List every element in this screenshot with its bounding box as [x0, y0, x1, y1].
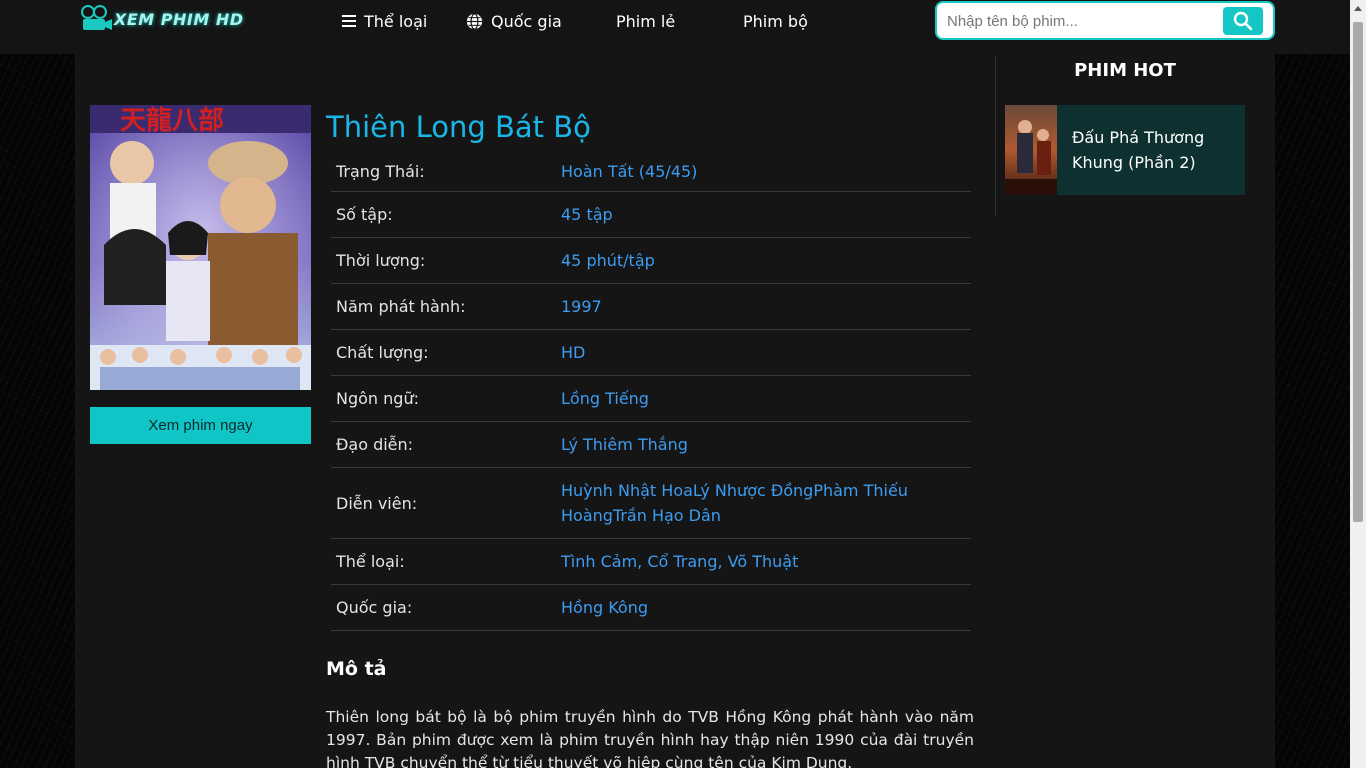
- nav-series[interactable]: Phim bộ: [743, 10, 808, 32]
- nav-country-label: Quốc gia: [491, 11, 562, 31]
- info-value[interactable]: Lý Thiêm Thắng: [561, 432, 971, 457]
- logo-text: XEM PHIM HD: [114, 10, 244, 29]
- poster-image: 天龍八部: [90, 105, 311, 390]
- info-label: Năm phát hành:: [336, 297, 466, 316]
- movie-title: Thiên Long Bát Bộ: [326, 110, 591, 144]
- info-row-country: Quốc gia: Hồng Kông: [331, 585, 971, 631]
- info-value[interactable]: Huỳnh Nhật HoaLý Nhược ĐồngPhàm Thiếu Ho…: [561, 478, 971, 528]
- info-row-episodes: Số tập: 45 tập: [331, 192, 971, 238]
- info-row-duration: Thời lượng: 45 phút/tập: [331, 238, 971, 284]
- info-value[interactable]: 1997: [561, 294, 971, 319]
- info-label: Số tập:: [336, 205, 393, 224]
- info-value[interactable]: Hoàn Tất (45/45): [561, 159, 971, 184]
- info-value[interactable]: Hồng Kông: [561, 595, 971, 620]
- page-scrollbar[interactable]: [1350, 0, 1366, 768]
- film-camera-icon: [81, 5, 112, 30]
- info-value[interactable]: HD: [561, 340, 971, 365]
- hot-movies-heading: PHIM HOT: [1074, 60, 1176, 81]
- info-value[interactable]: 45 tập: [561, 202, 971, 227]
- nav-country[interactable]: Quốc gia: [466, 10, 562, 32]
- movie-info-table: Trạng Thái: Hoàn Tất (45/45) Số tập: 45 …: [331, 152, 971, 631]
- info-label: Thể loại:: [336, 552, 405, 571]
- description-heading: Mô tả: [326, 658, 387, 680]
- info-label: Chất lượng:: [336, 343, 429, 362]
- watch-now-button[interactable]: Xem phim ngay: [90, 407, 311, 444]
- info-row-quality: Chất lượng: HD: [331, 330, 971, 376]
- nav-genre[interactable]: Thể loại: [342, 10, 427, 32]
- info-row-language: Ngôn ngữ: Lồng Tiếng: [331, 376, 971, 422]
- info-label: Diễn viên:: [336, 493, 418, 513]
- hot-movie-title[interactable]: Đấu Phá Thương Khung (Phần 2): [1072, 125, 1232, 175]
- search-icon: [1233, 11, 1253, 31]
- thumbnail-image: [1005, 105, 1057, 195]
- search-button[interactable]: [1223, 7, 1263, 35]
- menu-icon: [342, 15, 356, 27]
- svg-text:天龍八部: 天龍八部: [120, 105, 224, 136]
- site-logo[interactable]: XEM PHIM HD: [80, 4, 280, 36]
- info-row-genre: Thể loại: Tình Cảm, Cổ Trang, Võ Thuật: [331, 539, 971, 585]
- nav-series-label: Phim bộ: [743, 11, 808, 31]
- description-text: Thiên long bát bộ là bộ phim truyền hình…: [326, 708, 974, 768]
- info-value[interactable]: Tình Cảm, Cổ Trang, Võ Thuật: [561, 549, 971, 574]
- info-value[interactable]: Lồng Tiếng: [561, 386, 971, 411]
- hot-movie-thumbnail[interactable]: [1005, 105, 1057, 195]
- search-input[interactable]: [947, 9, 1217, 33]
- info-row-cast: Diễn viên: Huỳnh Nhật HoaLý Nhược ĐồngPh…: [331, 468, 971, 539]
- globe-icon: [466, 12, 483, 30]
- info-row-status: Trạng Thái: Hoàn Tất (45/45): [331, 152, 971, 192]
- site-header: XEM PHIM HD Thể loại Quốc gia Phim lẻ Ph…: [0, 0, 1350, 54]
- scrollbar-thumb[interactable]: [1353, 22, 1363, 522]
- nav-single-movies[interactable]: Phim lẻ: [616, 10, 675, 32]
- info-label: Trạng Thái:: [336, 162, 425, 181]
- hot-movie-item[interactable]: Đấu Phá Thương Khung (Phần 2): [1005, 105, 1245, 195]
- main-content: 天龍八部 Xem phim ngay Thiên Long Bát Bộ Trạ…: [75, 54, 1275, 768]
- info-label: Ngôn ngữ:: [336, 389, 419, 408]
- nav-single-movies-label: Phim lẻ: [616, 11, 676, 31]
- search-box: [935, 1, 1275, 40]
- scroll-up-arrow-icon[interactable]: [1354, 6, 1362, 11]
- info-row-director: Đạo diễn: Lý Thiêm Thắng: [331, 422, 971, 468]
- info-row-year: Năm phát hành: 1997: [331, 284, 971, 330]
- info-label: Đạo diễn:: [336, 435, 414, 454]
- sidebar-divider: [995, 56, 996, 216]
- info-label: Quốc gia:: [336, 598, 413, 617]
- nav-genre-label: Thể loại: [364, 11, 428, 31]
- info-label: Thời lượng:: [336, 251, 426, 270]
- info-value[interactable]: 45 phút/tập: [561, 248, 971, 273]
- movie-poster[interactable]: 天龍八部: [90, 105, 311, 390]
